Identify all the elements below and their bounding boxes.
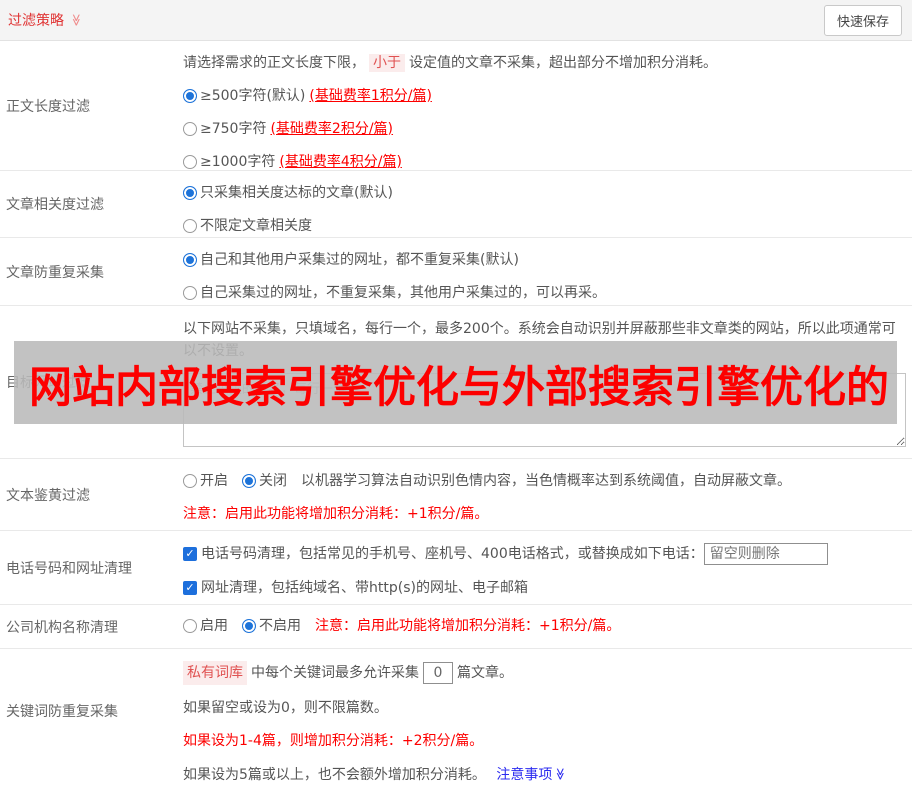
length-option-500-label: ≥500字符(默认)	[200, 88, 306, 104]
row-phone-url-clean: 电话号码和网址清理 ✓ 电话号码清理，包括常见的手机号、座机号、400电话格式，…	[0, 531, 912, 605]
row-label-porn-filter: 文本鉴黄过滤	[6, 487, 90, 504]
row-content-length-filter: 正文长度过滤 请选择需求的正文长度下限， 小于 设定值的文章不采集，超出部分不增加积…	[0, 41, 912, 171]
dedup-option-all-users-label: 自己和其他用户采集过的网址，都不重复采集(默认)	[200, 252, 519, 268]
porn-filter-options: 开启 关闭 以机器学习算法自动识别色情内容，当色情概率达到系统阈值，自动屏蔽文章…	[183, 471, 906, 491]
relevance-option-any-label: 不限定文章相关度	[200, 218, 312, 234]
row-porn-filter: 文本鉴黄过滤 开启 关闭 以机器学习算法自动识别色情内容，当色情概率达到系统阈值…	[0, 459, 912, 531]
porn-filter-note: 注意：启用此功能将增加积分消耗：+1积分/篇。	[183, 506, 489, 522]
length-option-750-note: (基础费率2积分/篇)	[270, 121, 394, 137]
length-intro-suffix: 设定值的文章不采集，超出部分不增加积分消耗。	[409, 55, 717, 71]
length-option-1000-note: (基础费率4积分/篇)	[279, 154, 402, 170]
porn-option-off-label[interactable]: 关闭	[259, 471, 287, 491]
url-clean-option: ✓ 网址清理，包括纯域名、带http(s)的网址、电子邮箱	[183, 578, 906, 598]
private-lexicon-badge[interactable]: 私有词库	[183, 661, 247, 685]
keyword-note-1-4: 如果设为1-4篇，则增加积分消耗：+2积分/篇。	[183, 733, 484, 749]
company-option-off-label[interactable]: 不启用	[259, 616, 301, 636]
keyword-limit-line: 私有词库 中每个关键词最多允许采集 篇文章。	[183, 661, 906, 685]
row-content: 私有词库 中每个关键词最多允许采集 篇文章。 如果留空或设为0，则不限篇数。 如…	[183, 649, 912, 783]
row-dedup-filter: 文章防重复采集 自己和其他用户采集过的网址，都不重复采集(默认) 自己采集过的网…	[0, 238, 912, 306]
notes-link-label: 注意事项	[496, 767, 553, 783]
keyword-note-5plus: 如果设为5篇或以上，也不会额外增加积分消耗。 注意事项≫	[183, 764, 906, 785]
row-label-content-length: 正文长度过滤	[6, 98, 90, 115]
checkbox-checked-icon[interactable]: ✓	[183, 581, 197, 595]
length-option-1000[interactable]: ≥1000字符 (基础费率4积分/篇)	[183, 152, 906, 172]
length-option-500[interactable]: ≥500字符(默认) (基础费率1积分/篇)	[183, 86, 906, 106]
length-intro: 请选择需求的正文长度下限， 小于 设定值的文章不采集，超出部分不增加积分消耗。	[183, 53, 906, 73]
company-clean-options: 启用 不启用 注意：启用此功能将增加积分消耗：+1积分/篇。	[183, 616, 906, 636]
replacement-phone-input[interactable]	[703, 543, 828, 565]
row-label-dedup: 文章防重复采集	[6, 264, 104, 281]
chevron-down-icon: ≫	[69, 13, 84, 27]
row-label-target-site: 目标网站过滤	[6, 375, 90, 391]
row-company-clean: 公司机构名称清理 启用 不启用 注意：启用此功能将增加积分消耗：+1积分/篇。	[0, 605, 912, 649]
row-target-site-filter: 目标网站过滤 以下网站不采集，只填域名，每行一个，最多200个。系统会自动识别并…	[0, 306, 912, 459]
row-content: ✓ 电话号码清理，包括常见的手机号、座机号、400电话格式，或替换成如下电话： …	[183, 531, 912, 604]
relevance-option-strict-label: 只采集相关度达标的文章(默认)	[200, 185, 393, 201]
phone-clean-label[interactable]: 电话号码清理，包括常见的手机号、座机号、400电话格式，或替换成如下电话：	[201, 544, 704, 564]
row-keyword-dedup: 关键词防重复采集 私有词库 中每个关键词最多允许采集 篇文章。 如果留空或设为0…	[0, 649, 912, 783]
row-label-phone-url-clean: 电话号码和网址清理	[6, 560, 132, 577]
company-clean-note: 注意：启用此功能将增加积分消耗：+1积分/篇。	[315, 618, 621, 634]
radio-unselected-icon[interactable]	[183, 122, 197, 136]
radio-unselected-icon[interactable]	[183, 474, 197, 488]
dedup-option-self-only-label: 自己采集过的网址，不重复采集，其他用户采集过的，可以再采。	[200, 285, 606, 301]
keyword-limit-input[interactable]	[423, 662, 453, 684]
porn-option-on-label[interactable]: 开启	[200, 471, 228, 491]
length-option-750[interactable]: ≥750字符 (基础费率2积分/篇)	[183, 119, 906, 139]
row-label-company-clean: 公司机构名称清理	[6, 619, 118, 636]
blocked-domains-textarea[interactable]	[183, 373, 906, 447]
topbar: 过滤策略 ≫ 快速保存	[0, 0, 912, 41]
checkbox-checked-icon[interactable]: ✓	[183, 547, 197, 561]
length-option-750-label: ≥750字符	[200, 121, 267, 137]
row-content: 开启 关闭 以机器学习算法自动识别色情内容，当色情概率达到系统阈值，自动屏蔽文章…	[183, 459, 912, 530]
radio-selected-icon[interactable]	[183, 89, 197, 103]
company-option-on-label[interactable]: 启用	[200, 616, 228, 636]
section-title-label: 过滤策略	[8, 13, 64, 29]
length-option-500-note: (基础费率1积分/篇)	[309, 88, 432, 104]
row-relevance-filter: 文章相关度过滤 只采集相关度达标的文章(默认) 不限定文章相关度	[0, 171, 912, 238]
length-intro-prefix: 请选择需求的正文长度下限，	[183, 55, 365, 71]
dedup-option-all-users[interactable]: 自己和其他用户采集过的网址，都不重复采集(默认)	[183, 250, 906, 270]
relevance-option-any[interactable]: 不限定文章相关度	[183, 216, 906, 236]
row-content: 自己和其他用户采集过的网址，都不重复采集(默认) 自己采集过的网址，不重复采集，…	[183, 238, 912, 305]
porn-filter-desc: 以机器学习算法自动识别色情内容，当色情概率达到系统阈值，自动屏蔽文章。	[301, 473, 791, 489]
filter-settings-page: 过滤策略 ≫ 快速保存 正文长度过滤 请选择需求的正文长度下限， 小于 设定值的文章…	[0, 0, 912, 783]
quick-save-button[interactable]: 快速保存	[823, 4, 902, 36]
radio-unselected-icon[interactable]	[183, 155, 197, 169]
row-label-relevance: 文章相关度过滤	[6, 197, 104, 213]
radio-selected-icon[interactable]	[242, 474, 256, 488]
target-intro: 以下网站不采集，只填域名，每行一个，最多200个。系统会自动识别并屏蔽那些非文章…	[183, 321, 896, 359]
radio-unselected-icon[interactable]	[183, 286, 197, 300]
section-title-filter-strategy[interactable]: 过滤策略 ≫	[8, 10, 84, 30]
row-content: 启用 不启用 注意：启用此功能将增加积分消耗：+1积分/篇。	[183, 605, 912, 648]
row-content: 请选择需求的正文长度下限， 小于 设定值的文章不采集，超出部分不增加积分消耗。 ≥5…	[183, 41, 912, 170]
keyword-limit-text: 中每个关键词最多允许采集	[251, 665, 419, 681]
length-option-1000-label: ≥1000字符	[200, 154, 276, 170]
radio-selected-icon[interactable]	[242, 619, 256, 633]
length-intro-highlight: 小于	[369, 54, 405, 72]
phone-clean-option: ✓ 电话号码清理，包括常见的手机号、座机号、400电话格式，或替换成如下电话：	[183, 543, 906, 565]
relevance-option-strict[interactable]: 只采集相关度达标的文章(默认)	[183, 183, 906, 203]
row-content: 只采集相关度达标的文章(默认) 不限定文章相关度	[183, 171, 912, 237]
keyword-note-zero: 如果留空或设为0，则不限篇数。	[183, 700, 388, 716]
url-clean-label[interactable]: 网址清理，包括纯域名、带http(s)的网址、电子邮箱	[201, 578, 528, 598]
row-label-keyword-dedup: 关键词防重复采集	[6, 704, 118, 720]
radio-unselected-icon[interactable]	[183, 619, 197, 633]
radio-selected-icon[interactable]	[183, 186, 197, 200]
chevron-down-icon: ≫	[553, 767, 568, 781]
keyword-limit-suffix: 篇文章。	[457, 665, 513, 681]
notes-link[interactable]: 注意事项≫	[496, 767, 567, 783]
dedup-option-self-only[interactable]: 自己采集过的网址，不重复采集，其他用户采集过的，可以再采。	[183, 283, 906, 303]
radio-selected-icon[interactable]	[183, 253, 197, 267]
radio-unselected-icon[interactable]	[183, 219, 197, 233]
row-content: 以下网站不采集，只填域名，每行一个，最多200个。系统会自动识别并屏蔽那些非文章…	[183, 306, 912, 458]
keyword-note-5plus-text: 如果设为5篇或以上，也不会额外增加积分消耗。	[183, 767, 486, 783]
